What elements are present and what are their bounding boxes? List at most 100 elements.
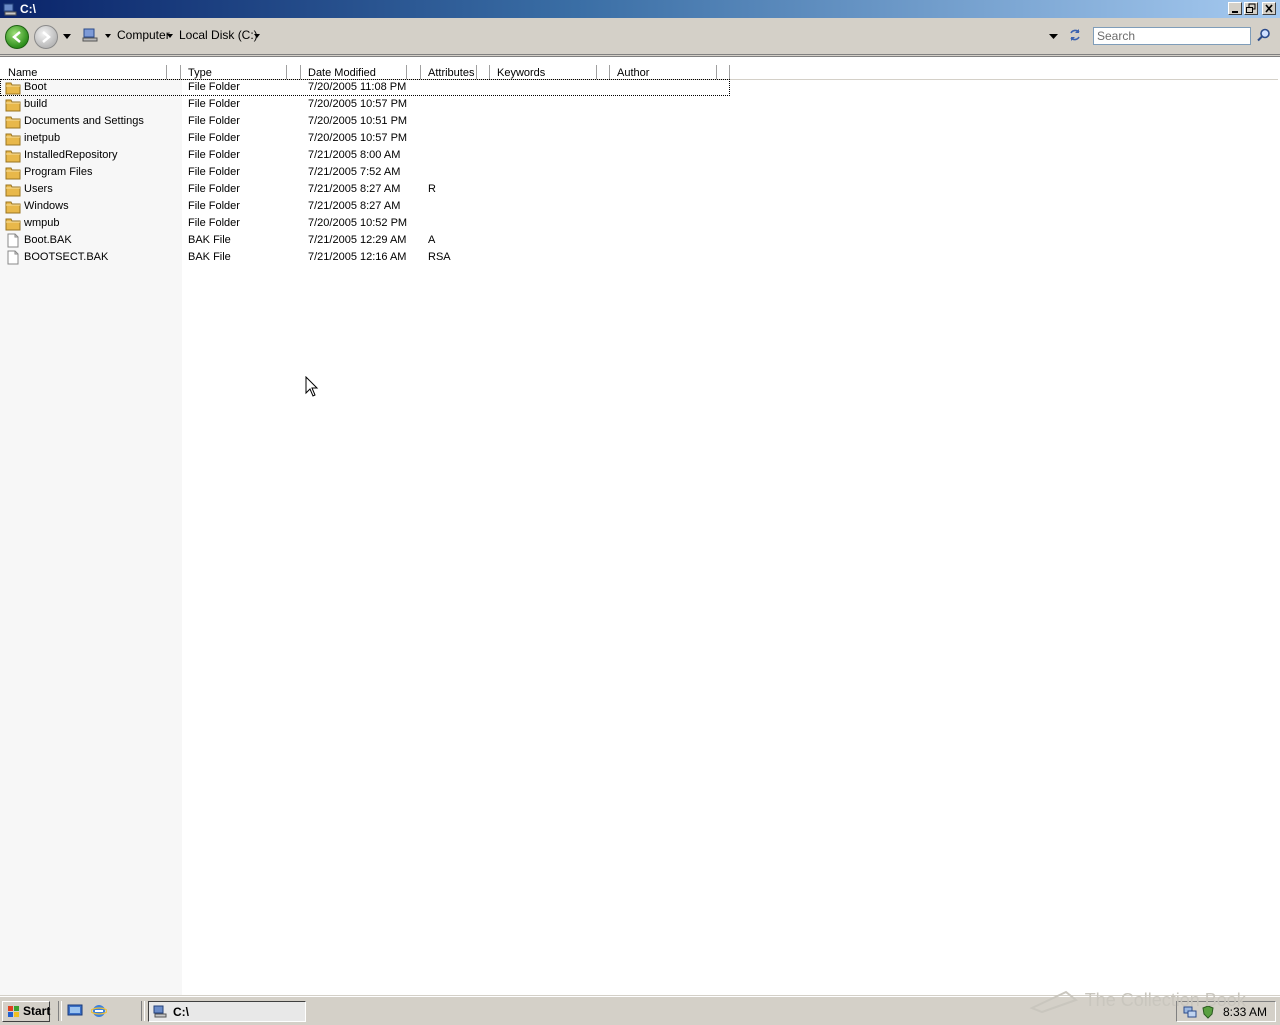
close-icon bbox=[1265, 4, 1273, 13]
breadcrumb-computer[interactable]: Computer bbox=[117, 28, 170, 42]
file-row[interactable]: wmpub File Folder 7/20/2005 10:52 PM bbox=[0, 215, 730, 232]
file-attributes: R bbox=[428, 183, 436, 195]
folder-icon bbox=[5, 167, 21, 180]
taskbar-window-label: C:\ bbox=[173, 1005, 189, 1019]
file-date-modified: 7/21/2005 12:16 AM bbox=[308, 251, 407, 263]
folder-icon bbox=[5, 201, 21, 214]
refresh-icon[interactable] bbox=[1068, 28, 1082, 42]
folder-icon bbox=[5, 116, 21, 129]
computer-drive-icon bbox=[153, 1005, 167, 1018]
computer-icon[interactable] bbox=[82, 27, 98, 43]
file-list-pane[interactable]: Name Type Date Modified Attributes Keywo… bbox=[0, 56, 1280, 995]
file-type: File Folder bbox=[188, 183, 240, 195]
file-date-modified: 7/21/2005 7:52 AM bbox=[308, 166, 401, 178]
file-name: Boot bbox=[24, 81, 47, 93]
windows-flag-icon bbox=[8, 1006, 19, 1017]
file-date-modified: 7/20/2005 10:51 PM bbox=[308, 115, 408, 127]
column-separator[interactable] bbox=[406, 65, 408, 79]
file-name: inetpub bbox=[24, 132, 61, 144]
file-icon bbox=[7, 233, 19, 248]
taskbar-window-button[interactable]: C:\ bbox=[148, 1001, 306, 1022]
file-date-modified: 7/21/2005 8:00 AM bbox=[308, 149, 401, 161]
file-row[interactable]: Program Files File Folder 7/21/2005 7:52 A… bbox=[0, 164, 730, 181]
chevron-down-icon[interactable] bbox=[105, 34, 111, 38]
folder-icon bbox=[5, 99, 21, 112]
column-separator[interactable] bbox=[596, 65, 598, 79]
close-button[interactable] bbox=[1262, 2, 1276, 15]
minimize-icon bbox=[1232, 11, 1238, 13]
column-separator[interactable] bbox=[300, 65, 302, 79]
file-type: BAK File bbox=[188, 251, 231, 263]
title-bar[interactable]: C:\ bbox=[0, 0, 1280, 18]
back-arrow-icon bbox=[12, 31, 21, 43]
breadcrumb-local-disk[interactable]: Local Disk (C:) bbox=[179, 28, 258, 42]
file-date-modified: 7/20/2005 10:57 PM bbox=[308, 98, 408, 110]
start-button[interactable]: Start bbox=[2, 1001, 50, 1022]
file-row[interactable]: Users File Folder 7/21/2005 8:27 AM R bbox=[0, 181, 730, 198]
column-separator[interactable] bbox=[420, 65, 422, 79]
navigation-toolbar: Computer Local Disk (C:) bbox=[0, 18, 1280, 55]
mouse-pointer-icon bbox=[305, 376, 319, 397]
search-input[interactable] bbox=[1093, 27, 1251, 45]
file-row[interactable]: BOOTSECT.BAK BAK File 7/21/2005 12:16 AM RS… bbox=[0, 249, 730, 266]
file-type: File Folder bbox=[188, 98, 240, 110]
file-date-modified: 7/21/2005 12:29 AM bbox=[308, 234, 407, 246]
file-type: File Folder bbox=[188, 132, 240, 144]
recent-pages-dropdown-icon[interactable] bbox=[63, 34, 71, 40]
file-type: BAK File bbox=[188, 234, 231, 246]
column-separator[interactable] bbox=[729, 65, 731, 79]
folder-icon bbox=[5, 150, 21, 163]
file-name: Users bbox=[24, 183, 53, 195]
file-attributes: RSA bbox=[428, 251, 451, 263]
taskbar-separator bbox=[58, 1001, 62, 1021]
folder-icon bbox=[5, 218, 21, 231]
chevron-down-icon[interactable] bbox=[167, 34, 173, 38]
column-separator[interactable] bbox=[180, 65, 182, 79]
file-name: build bbox=[24, 98, 48, 110]
file-type: File Folder bbox=[188, 217, 240, 229]
file-name: Boot.BAK bbox=[24, 234, 72, 246]
column-separator[interactable] bbox=[609, 65, 611, 79]
file-row[interactable]: inetpub File Folder 7/20/2005 10:57 PM bbox=[0, 130, 730, 147]
forward-button[interactable] bbox=[34, 25, 58, 49]
folder-icon bbox=[5, 184, 21, 197]
taskbar-separator bbox=[141, 1001, 145, 1021]
file-row[interactable]: Boot.BAK BAK File 7/21/2005 12:29 AM A bbox=[0, 232, 730, 249]
file-icon bbox=[7, 250, 19, 265]
file-type: File Folder bbox=[188, 200, 240, 212]
search-icon[interactable] bbox=[1257, 28, 1271, 42]
file-date-modified: 7/20/2005 10:52 PM bbox=[308, 217, 408, 229]
column-separator[interactable] bbox=[489, 65, 491, 79]
file-row[interactable]: Windows File Folder 7/21/2005 8:27 AM bbox=[0, 198, 730, 215]
file-date-modified: 7/21/2005 8:27 AM bbox=[308, 200, 401, 212]
file-name: InstalledRepository bbox=[24, 149, 118, 161]
forward-arrow-icon bbox=[42, 31, 51, 43]
back-button[interactable] bbox=[5, 25, 29, 49]
file-name: Documents and Settings bbox=[24, 115, 144, 127]
restore-button[interactable] bbox=[1244, 2, 1258, 15]
column-separator[interactable] bbox=[716, 65, 718, 79]
minimize-button[interactable] bbox=[1228, 2, 1242, 15]
internet-explorer-icon[interactable] bbox=[91, 1003, 107, 1019]
file-attributes: A bbox=[428, 234, 436, 246]
address-history-dropdown-icon[interactable] bbox=[1049, 34, 1058, 40]
column-separator[interactable] bbox=[286, 65, 288, 79]
file-row[interactable]: InstalledRepository File Folder 7/21/2005 … bbox=[0, 147, 730, 164]
file-row[interactable]: build File Folder 7/20/2005 10:57 PM bbox=[0, 96, 730, 113]
folder-icon bbox=[5, 82, 21, 95]
column-headers: Name Type Date Modified Attributes Keywo… bbox=[0, 61, 1278, 80]
file-name: BOOTSECT.BAK bbox=[24, 251, 109, 263]
file-date-modified: 7/20/2005 10:57 PM bbox=[308, 132, 408, 144]
chevron-down-icon[interactable] bbox=[254, 34, 260, 38]
column-separator[interactable] bbox=[476, 65, 478, 79]
file-name: Windows bbox=[24, 200, 69, 212]
show-desktop-icon[interactable] bbox=[67, 1003, 83, 1019]
watermark: The Collection Book bbox=[1028, 988, 1246, 1014]
file-type: File Folder bbox=[188, 81, 240, 93]
file-type: File Folder bbox=[188, 115, 240, 127]
file-row[interactable]: Boot File Folder 7/20/2005 11:08 PM bbox=[0, 79, 730, 96]
computer-drive-icon bbox=[3, 3, 17, 16]
watermark-logo bbox=[1029, 990, 1079, 1014]
file-row[interactable]: Documents and Settings File Folder 7/20/20… bbox=[0, 113, 730, 130]
column-separator[interactable] bbox=[166, 65, 168, 79]
